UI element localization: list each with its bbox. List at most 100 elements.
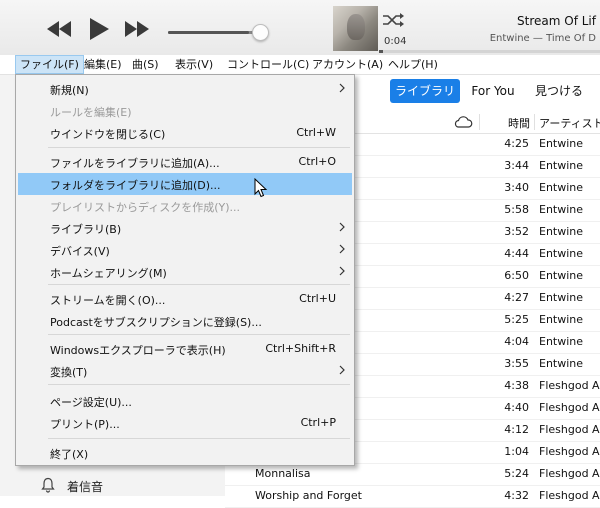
menu-item-label: プレイリストからディスクを作成(Y)... (50, 201, 241, 214)
album-art[interactable] (333, 6, 378, 51)
now-playing-artist: Entwine — Time Of D (489, 33, 596, 44)
now-playing-title: Stream Of Lif (517, 14, 596, 28)
track-time: 4:25 (504, 137, 529, 150)
menu-item-shortcut: Ctrl+U (299, 292, 336, 305)
menu-item-subscribe-podcast[interactable]: Podcastをサブスクリプションに登録(S)... (18, 310, 352, 332)
chevron-right-icon (339, 266, 345, 276)
menu-item-new[interactable]: 新規(N) (18, 78, 352, 100)
menu-item-exit[interactable]: 終了(X) (18, 442, 352, 464)
track-artist: Fleshgod A (539, 423, 600, 436)
track-artist: Entwine (539, 181, 584, 194)
track-artist: Entwine (539, 313, 584, 326)
menu-item-label: プリント(P)... (50, 418, 120, 431)
menu-item-label: Windowsエクスプローラで表示(H) (50, 344, 226, 357)
tab-browse[interactable]: 見つける (526, 79, 592, 103)
track-time: 4:40 (504, 401, 529, 414)
menu-separator (48, 334, 350, 335)
menu-item-devices[interactable]: デバイス(V) (18, 239, 352, 261)
table-row[interactable]: Worship and Forget 4:32 Fleshgod A (225, 485, 600, 508)
track-time: 4:12 (504, 423, 529, 436)
menu-item-add-folder[interactable]: フォルダをライブラリに追加(D)... (18, 173, 352, 195)
track-time: 4:04 (504, 335, 529, 348)
track-artist: Entwine (539, 335, 584, 348)
album-art-figure (347, 14, 365, 40)
track-time: 5:25 (504, 313, 529, 326)
track-time: 3:40 (504, 181, 529, 194)
menu-item-label: ホームシェアリング(M) (50, 267, 167, 280)
menu-item-label: 新規(N) (50, 84, 89, 97)
rewind-icon[interactable] (46, 21, 72, 37)
mouse-cursor-icon (254, 178, 268, 198)
menu-item-home-sharing[interactable]: ホームシェアリング(M) (18, 261, 352, 283)
menu-item-label: ウインドウを閉じる(C) (50, 128, 166, 141)
cloud-icon[interactable] (453, 115, 473, 129)
file-menu-dropdown: 新規(N) ルールを編集(E) ウインドウを閉じる(C) Ctrl+W ファイルをライブ… (15, 74, 355, 466)
play-icon[interactable] (88, 17, 110, 41)
menu-song[interactable]: 曲(S) (128, 55, 163, 74)
column-time[interactable]: 時間 (508, 115, 530, 131)
column-divider (534, 114, 535, 130)
menu-item-show-in-explorer[interactable]: Windowsエクスプローラで表示(H) Ctrl+Shift+R (18, 338, 352, 360)
track-artist: Entwine (539, 247, 584, 260)
chevron-right-icon (339, 83, 345, 93)
menu-item-burn-disc: プレイリストからディスクを作成(Y)... (18, 195, 352, 217)
shuffle-icon[interactable] (382, 12, 404, 28)
tab-for-you[interactable]: For You (460, 79, 526, 103)
menu-item-page-setup[interactable]: ページ設定(U)... (18, 390, 352, 412)
menu-item-label: 変換(T) (50, 366, 88, 379)
menu-item-label: フォルダをライブラリに追加(D)... (50, 179, 221, 192)
player-toolbar: 0:04 Stream Of Lif Entwine — Time Of D (0, 0, 600, 55)
menu-separator (48, 147, 350, 148)
track-time: 6:50 (504, 269, 529, 282)
sidebar-item-ringtones[interactable]: 着信音 (0, 474, 225, 496)
chevron-right-icon (339, 222, 345, 232)
chevron-right-icon (339, 244, 345, 254)
bell-icon (41, 477, 55, 493)
menu-account[interactable]: アカウント(A) (308, 55, 387, 74)
fast-forward-icon[interactable] (124, 21, 150, 37)
menu-item-print[interactable]: プリント(P)... Ctrl+P (18, 412, 352, 434)
volume-knob[interactable] (252, 24, 269, 41)
menu-item-shortcut: Ctrl+W (296, 126, 336, 139)
menu-controls[interactable]: コントロール(C) (223, 55, 313, 74)
menu-edit[interactable]: 編集(E) (80, 55, 126, 74)
menu-item-label: ファイルをライブラリに追加(A)... (50, 157, 220, 170)
menu-help[interactable]: ヘルプ(H) (384, 55, 442, 74)
tab-library[interactable]: ライブラリ (390, 79, 460, 103)
menu-item-convert[interactable]: 変換(T) (18, 360, 352, 382)
menu-item-library[interactable]: ライブラリ(B) (18, 217, 352, 239)
table-row[interactable]: Monnalisa 5:24 Fleshgod A (225, 463, 600, 486)
track-artist: Entwine (539, 357, 584, 370)
menu-item-label: Podcastをサブスクリプションに登録(S)... (50, 316, 262, 329)
track-time: 4:44 (504, 247, 529, 260)
menu-separator (48, 284, 350, 285)
chevron-right-icon (339, 365, 345, 375)
track-artist: Entwine (539, 269, 584, 282)
track-time: 4:38 (504, 379, 529, 392)
playback-progress[interactable] (379, 50, 600, 53)
menu-item-label: ページ設定(U)... (50, 396, 132, 409)
sidebar-item-label: 着信音 (67, 480, 104, 494)
track-time: 5:24 (504, 467, 529, 480)
column-divider (479, 114, 480, 130)
track-time: 5:58 (504, 203, 529, 216)
track-time: 3:52 (504, 225, 529, 238)
menu-item-shortcut: Ctrl+P (300, 416, 336, 429)
menu-item-add-file[interactable]: ファイルをライブラリに追加(A)... Ctrl+O (18, 151, 352, 173)
menu-item-shortcut: Ctrl+Shift+R (265, 342, 336, 355)
menu-item-open-stream[interactable]: ストリームを開く(O)... Ctrl+U (18, 288, 352, 310)
volume-level (168, 31, 249, 34)
volume-slider[interactable] (168, 31, 260, 34)
track-time: 4:27 (504, 291, 529, 304)
menubar: ファイル(F) 編集(E) 曲(S) 表示(V) コントロール(C) アカウント… (0, 55, 600, 75)
column-artist[interactable]: アーティスト (539, 115, 600, 131)
menu-item-close-window[interactable]: ウインドウを閉じる(C) Ctrl+W (18, 122, 352, 144)
menu-file[interactable]: ファイル(F) (15, 55, 84, 74)
track-artist: Entwine (539, 291, 584, 304)
menu-view[interactable]: 表示(V) (171, 55, 217, 74)
track-artist: Entwine (539, 137, 584, 150)
track-time: 3:55 (504, 357, 529, 370)
menu-separator (48, 384, 350, 385)
menu-item-label: ストリームを開く(O)... (50, 294, 166, 307)
track-time: 1:04 (504, 445, 529, 458)
